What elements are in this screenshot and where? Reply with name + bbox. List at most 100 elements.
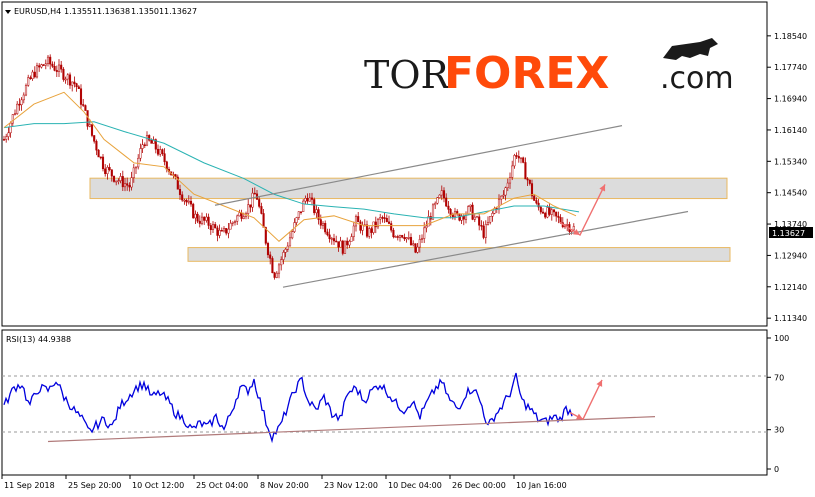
candle-body [385,217,388,223]
candle-body [5,136,8,140]
candle-body [412,243,415,246]
candle-body [341,240,344,254]
candle-body [214,224,217,229]
candle-body [295,217,298,223]
candle-body [198,220,201,224]
candle-body [357,216,360,223]
candle-body [183,199,186,202]
candle-body [354,216,358,227]
candle-body [222,228,226,232]
candle-body [436,197,439,204]
candle-body [181,194,184,201]
candle-body [387,221,391,224]
candle-body [236,215,239,222]
candle-body [288,237,292,247]
candle-body [108,167,111,170]
candle-body [297,211,300,218]
candle-body [541,211,545,214]
rsi-indicator-label: RSI(13) 44.9388 [6,335,71,344]
candle-body [365,224,369,237]
candle-body [478,216,481,226]
time-tick-label: 8 Nov 20:00 [260,481,309,490]
price-tick-label: 1.17740 [774,63,807,72]
candle-body [370,228,373,233]
candle-body [73,81,76,84]
candle-body [434,202,437,206]
candle-body [403,237,406,240]
candle-body [526,178,529,181]
candle-body [343,240,347,254]
candle-body [88,124,91,127]
candle-body [218,230,221,236]
candle-body [95,141,98,151]
time-tick-label: 10 Oct 12:00 [132,481,184,490]
candle-body [379,217,382,220]
candle-body [128,185,131,188]
candle-body [2,139,6,141]
candle-body [491,213,494,217]
candle-body [11,114,14,124]
candle-body [106,167,109,175]
candle-body [189,200,193,205]
candle-body [480,225,483,227]
candle-body [64,78,67,81]
price-tick-label: 1.14540 [774,189,807,198]
candle-body [566,224,569,226]
candle-body [398,235,402,238]
candle-body [420,238,424,240]
candle-body [517,156,520,159]
candle-body [115,180,118,183]
candle-body [150,140,153,144]
candle-body [7,132,10,137]
candle-body [471,204,474,220]
candle-body [482,225,485,238]
candle-body [284,249,287,253]
candle-body [381,217,384,219]
candle-body [31,71,34,79]
candle-body [352,225,355,237]
candle-body [110,169,113,177]
candle-body [535,200,538,204]
candle-body [324,223,327,233]
candle-body [57,64,61,72]
candle-body [337,241,340,248]
candle-body [9,122,12,134]
candle-body [53,66,56,71]
current-price-label: 1.13627 [772,229,805,238]
candle-body [438,194,441,198]
candle-body [16,103,19,114]
candle-body [383,217,386,219]
candle-body [319,219,322,226]
price-tick-label: 1.12940 [774,251,807,260]
candle-body [203,216,206,221]
candle-body [20,99,23,105]
candle-body [409,237,413,246]
candle-body [519,157,523,160]
candle-body [304,198,307,202]
logo-tor-text: TOR [364,53,450,97]
candle-body [302,200,305,213]
candle-body [407,237,410,239]
candle-body [216,227,219,236]
time-axis: 11 Sep 2018 25 Sep 20:00 10 Oct 12:00 25 Oc… [1,475,567,490]
candle-body [90,124,94,136]
price-tick-label: 1.15340 [774,157,807,166]
candle-body [321,223,325,226]
candle-body [390,223,393,231]
logo-com-text: .com [660,61,734,96]
candle-body [137,157,140,168]
candle-body [447,205,450,210]
candle-body [414,243,417,253]
candle-body [29,77,32,79]
candle-body [339,240,342,248]
candle-body [313,199,316,214]
candle-body [225,228,228,234]
candle-body [262,213,265,228]
candle-body [51,63,54,67]
candle-body [209,225,212,230]
price-tick-label: 1.16940 [774,95,807,104]
candle-body [335,240,338,243]
candle-body [71,81,74,86]
candle-body [141,144,144,149]
candle-body [467,206,470,215]
